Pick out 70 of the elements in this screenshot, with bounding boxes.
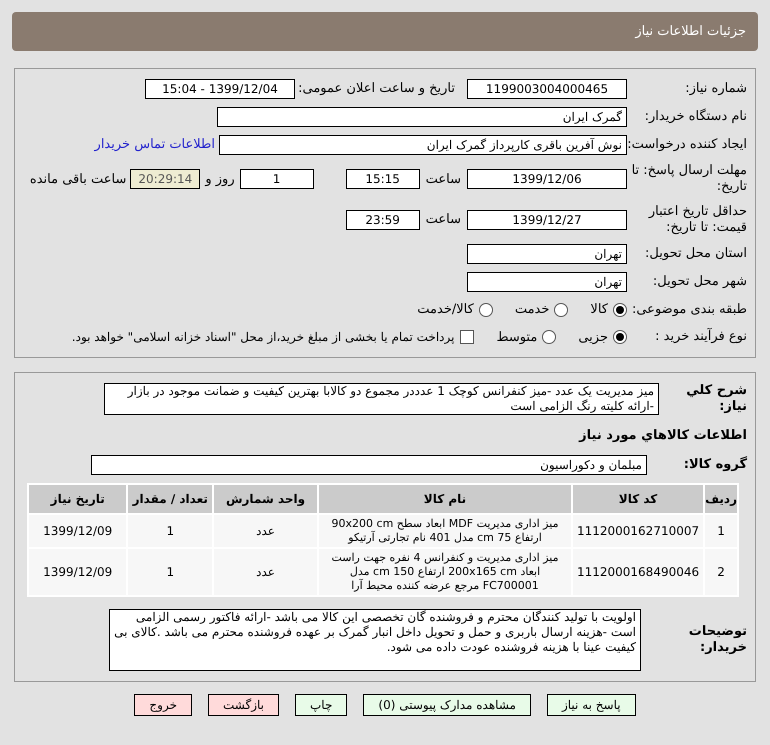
- radio-button[interactable]: [613, 330, 627, 344]
- field-value: 1199003004000465: [467, 79, 627, 99]
- table-cell: 1112000162710007: [572, 515, 704, 547]
- field-value: نوش آفرین باقری کارپرداز گمرک ایران: [219, 135, 627, 155]
- table-cell: 2: [705, 549, 737, 595]
- column-header: کد کالا: [572, 485, 704, 513]
- column-header: تعداد / مقدار: [128, 485, 212, 513]
- radio-label: کالا/خدمت: [417, 301, 474, 319]
- field-value: 1: [240, 169, 314, 190]
- column-header: نام کالا: [319, 485, 571, 513]
- field-value: تهران: [467, 272, 627, 292]
- radio-button[interactable]: [542, 330, 556, 344]
- section-title: اطلاعات کالاهاي مورد نياز: [578, 426, 747, 444]
- days-label: روز و: [205, 170, 235, 188]
- field-value: مبلمان و دکوراسیون: [91, 455, 647, 475]
- field-label: شرح کلي نياز:: [685, 383, 747, 416]
- checkbox-label: پرداخت تمام یا بخشی از مبلغ خرید،از محل "اسناد خزانه اسلامی" خواهد بود.: [72, 329, 454, 346]
- radio-label: متوسط: [496, 328, 538, 346]
- column-header: تاریخ نیاز: [29, 485, 126, 513]
- field-value: تهران: [467, 244, 627, 264]
- field-value: گمرک ایران: [217, 107, 627, 127]
- table-cell: میز اداری مدیریت MDF ابعاد سطح 90x200 cm ارتفاع 75 cm مدل 401 نام تجارتی آرتیکو: [319, 515, 571, 547]
- table-cell: 1: [128, 549, 212, 595]
- field-label: نوع فرآیند خرید :: [654, 329, 747, 346]
- radio-button[interactable]: [613, 302, 627, 317]
- time-label: ساعت: [426, 170, 461, 188]
- checkbox[interactable]: [460, 330, 474, 344]
- table-cell: 1112000168490046: [572, 549, 704, 595]
- column-header: ردیف: [705, 485, 737, 513]
- field-value: 23:59: [346, 210, 420, 230]
- field-value: 15:15: [346, 169, 420, 190]
- field-label: تاریخ و ساعت اعلان عمومی:: [297, 80, 455, 98]
- field-label: شهر محل تحویل:: [652, 274, 747, 290]
- page-header: جزئیات اطلاعات نیاز: [12, 12, 758, 51]
- description-text: میز مدیریت یک عدد -میز کنفرانس کوچک 1 عدددر مجموع دو کالابا بهترین کیفیت و ضمانت موجود در بازار -ارائه کلیته رنگ الزامی است: [104, 383, 659, 416]
- field-label: شماره نیاز:: [684, 80, 747, 98]
- field-label: استان محل تحویل:: [644, 246, 747, 262]
- remaining-label: ساعت باقی مانده: [30, 170, 126, 188]
- table-cell: میز اداری مدیریت و کنفرانس 4 نفره جهت راست ابعاد 200x165 cm ارتفاع 150 cm مدل FC700001 مرجع عرضه کننده محیط آرا: [319, 549, 571, 595]
- field-label: طبقه بندی موضوعی:: [630, 302, 747, 318]
- field-label: توضیحات خریدار:: [688, 624, 747, 656]
- table-cell: 1: [128, 515, 212, 547]
- field-value: 20:29:14: [130, 169, 200, 190]
- table-cell: 1399/12/09: [29, 549, 126, 595]
- action-button[interactable]: مشاهده مدارک پیوستی (0): [363, 694, 531, 716]
- field-value: 1399/12/27: [467, 210, 627, 230]
- table-cell: 1: [705, 515, 737, 547]
- action-button[interactable]: بازگشت: [208, 694, 279, 716]
- field-label: حداقل تاریخ اعتبار قیمت: تا تاریخ:: [647, 204, 747, 236]
- field-label: مهلت ارسال پاسخ: تا تاریخ:: [630, 163, 747, 196]
- column-header: واحد شمارش: [214, 485, 318, 513]
- field-value: 1399/12/06: [467, 169, 627, 190]
- field-label: نام دستگاه خریدار:: [644, 108, 747, 126]
- action-button[interactable]: پاسخ به نیاز: [546, 694, 636, 716]
- field-value: 1399/12/04 - 15:04: [145, 79, 295, 99]
- action-button[interactable]: خروج: [134, 694, 192, 716]
- field-label: ایجاد کننده درخواست:: [627, 136, 747, 154]
- action-button[interactable]: چاپ: [295, 694, 348, 716]
- radio-label: خدمت: [514, 301, 550, 319]
- radio-button[interactable]: [554, 302, 568, 317]
- table-cell: عدد: [214, 515, 318, 547]
- contact-link[interactable]: اطلاعات تماس خریدار: [94, 135, 215, 155]
- time-label: ساعت: [426, 211, 461, 229]
- radio-label: جزیی: [578, 328, 608, 346]
- table-cell: عدد: [214, 549, 318, 595]
- radio-label: کالا: [590, 301, 608, 319]
- radio-button[interactable]: [478, 302, 493, 317]
- buyer-notes-text: اولویت با تولید کنندگان محترم و فروشنده گان تخصصی این کالا می باشد -ارائه فاکتور رسمی الزامی است -هزینه ارسال باربری و حمل و تحویل داخل انبار گمرک بر عهده فروشنده محترم می باشد .کالای بی کیفیت عینا با هزینه فروشنده عودت داده می شود.: [109, 609, 641, 671]
- field-label: گروه کالا:: [682, 456, 747, 474]
- table-cell: 1399/12/09: [29, 515, 126, 547]
